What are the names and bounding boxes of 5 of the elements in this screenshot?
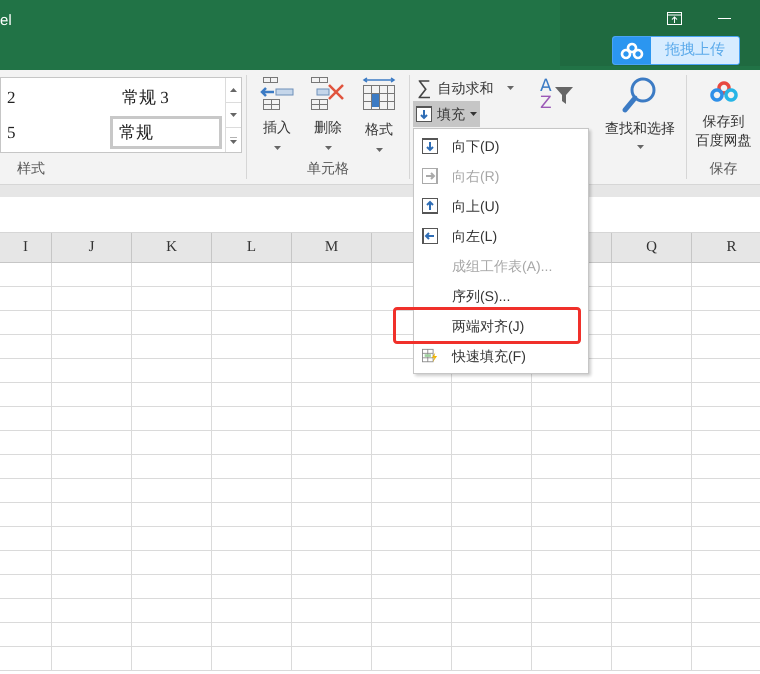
group-label: 样式 bbox=[17, 159, 46, 178]
group-label: 单元格 bbox=[307, 159, 349, 178]
window-title: el bbox=[0, 11, 12, 31]
group-label: 保存 bbox=[710, 159, 738, 178]
sigma-icon: ∑ bbox=[417, 78, 432, 98]
